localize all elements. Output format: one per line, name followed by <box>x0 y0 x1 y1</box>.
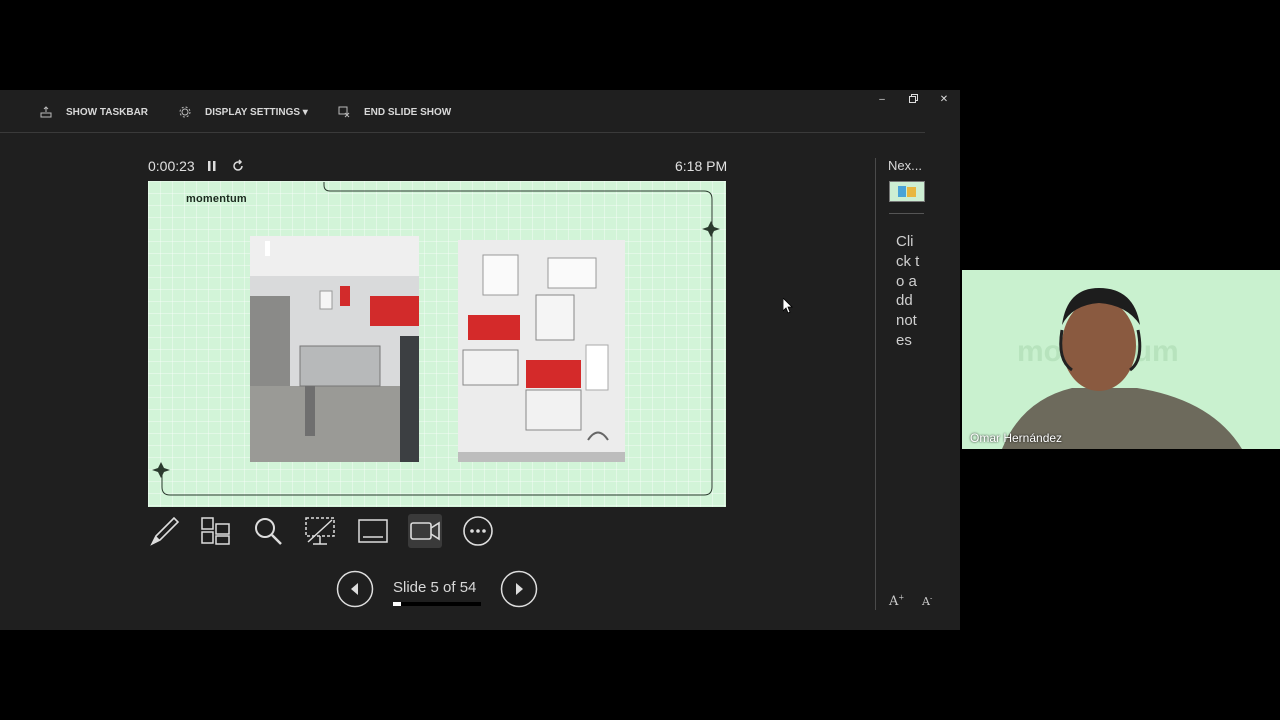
black-screen-icon <box>305 517 335 545</box>
font-increase-button[interactable]: A+ <box>889 594 904 609</box>
momentum-logo: momentum <box>186 193 247 205</box>
font-decrease-icon: A- <box>922 594 933 608</box>
more-icon <box>463 516 493 546</box>
restart-icon <box>233 159 243 171</box>
notes-divider <box>875 158 876 610</box>
next-slide-label: Nex... <box>888 158 922 173</box>
black-screen-button[interactable] <box>303 514 337 548</box>
current-time: 6:18 PM <box>675 158 728 174</box>
current-slide: momentum <box>148 181 726 507</box>
pen-icon <box>150 516 180 546</box>
taskbar-icon <box>40 106 52 118</box>
slide-controls <box>148 514 508 550</box>
presenter-view: SHOW TASKBAR DISPLAY SETTINGS ▾ END SLID… <box>0 90 960 630</box>
participant-name: Omar Hernández <box>970 431 1063 445</box>
next-separator <box>889 213 924 214</box>
font-increase-icon: A+ <box>889 594 905 610</box>
restore-button[interactable] <box>905 94 921 106</box>
kitchen-sink-photo <box>250 236 419 462</box>
end-slide-show-button[interactable]: END SLIDE SHOW <box>338 104 451 120</box>
slide-progress-fill <box>393 602 402 606</box>
pause-timer-button[interactable] <box>206 158 218 179</box>
slide-progress-bar <box>393 602 481 606</box>
close-button[interactable]: ✕ <box>936 94 952 105</box>
pen-tool-button[interactable] <box>148 514 182 548</box>
next-slide-button[interactable] <box>500 570 538 608</box>
wall-posters-photo <box>458 240 625 462</box>
slides-grid-icon <box>201 517 230 545</box>
next-slide-thumbnail[interactable] <box>889 181 925 202</box>
presenter-toolbar: SHOW TASKBAR DISPLAY SETTINGS ▾ END SLID… <box>0 90 925 133</box>
previous-slide-button[interactable] <box>336 570 374 608</box>
show-taskbar-label: SHOW TASKBAR <box>66 106 149 118</box>
participant-video: momentum Omar Hernández <box>962 270 1280 449</box>
minimize-button[interactable]: – <box>874 94 890 105</box>
font-decrease-button[interactable]: A- <box>922 594 932 608</box>
more-options-button[interactable] <box>461 514 495 548</box>
see-all-slides-button[interactable] <box>198 514 232 548</box>
participant-figure <box>1002 288 1242 449</box>
subtitles-icon <box>358 519 388 543</box>
end-show-icon <box>338 106 350 118</box>
camera-button[interactable] <box>408 514 442 548</box>
display-settings-icon <box>179 106 191 118</box>
next-slide-preview <box>898 186 916 197</box>
restart-timer-button[interactable] <box>231 158 245 179</box>
next-icon <box>500 570 538 608</box>
end-slide-show-label: END SLIDE SHOW <box>364 106 452 118</box>
camera-icon <box>410 521 440 541</box>
subtitles-button[interactable] <box>356 514 390 548</box>
display-settings-button[interactable]: DISPLAY SETTINGS ▾ <box>179 104 308 120</box>
pause-icon <box>208 161 216 171</box>
slide-frame-decoration <box>152 182 720 496</box>
zoom-button[interactable] <box>251 514 285 548</box>
slide-counter: Slide 5 of 54 <box>393 579 477 596</box>
display-settings-label: DISPLAY SETTINGS ▾ <box>205 106 308 118</box>
restore-icon <box>908 94 918 103</box>
mouse-cursor-icon <box>783 298 793 314</box>
speaker-notes[interactable]: Click to add notes <box>896 232 920 351</box>
prev-icon <box>336 570 374 608</box>
show-taskbar-button[interactable]: SHOW TASKBAR <box>40 104 148 120</box>
zoom-icon <box>255 518 282 545</box>
elapsed-timer: 0:00:23 <box>148 158 195 174</box>
